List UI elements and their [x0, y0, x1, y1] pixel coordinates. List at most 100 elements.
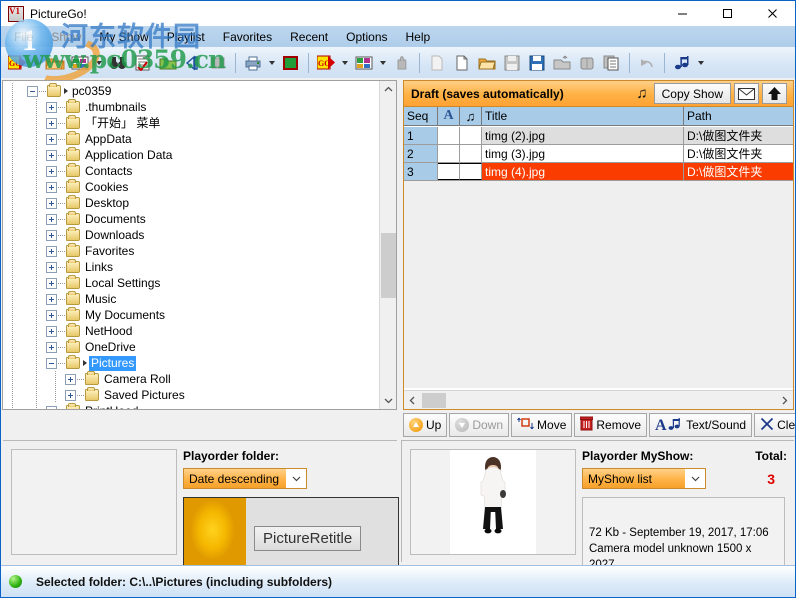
- tree-item-onedrive[interactable]: OneDrive: [3, 339, 379, 355]
- expand-icon[interactable]: [46, 325, 57, 337]
- play-prev-next-icon[interactable]: [181, 51, 205, 75]
- envelope-icon[interactable]: [734, 83, 759, 104]
- minimize-button[interactable]: [660, 1, 705, 26]
- tree-item-documents[interactable]: Documents: [3, 211, 379, 227]
- printer-icon[interactable]: [241, 51, 265, 75]
- scroll-down-button[interactable]: [380, 392, 396, 409]
- playorder-myshow-select[interactable]: MyShow list: [582, 468, 706, 489]
- slideshow-icon[interactable]: [68, 51, 92, 75]
- printer-dropdown-arrow-icon[interactable]: [266, 51, 278, 75]
- menu-file[interactable]: File: [5, 28, 42, 46]
- image-green-icon[interactable]: [279, 51, 303, 75]
- tree-item-pictures[interactable]: Pictures: [3, 355, 379, 371]
- expand-icon[interactable]: [46, 133, 57, 145]
- close-button[interactable]: [750, 1, 795, 26]
- expand-icon[interactable]: [46, 245, 57, 257]
- expand-icon[interactable]: [46, 117, 57, 129]
- collapse-icon[interactable]: [46, 357, 57, 369]
- go-dropdown-arrow-icon[interactable]: [30, 51, 42, 75]
- table-row[interactable]: 1 timg (2).jpg D:\做图文件夹: [404, 127, 793, 145]
- go-red-dropdown-arrow-icon[interactable]: [339, 51, 351, 75]
- scroll-up-button[interactable]: [380, 81, 396, 98]
- tree-scroll-thumb[interactable]: [381, 233, 396, 298]
- column-header-seq[interactable]: Seq: [404, 107, 438, 125]
- tree-item-desktop[interactable]: Desktop: [3, 195, 379, 211]
- tree-item-appdata[interactable]: AppData: [3, 131, 379, 147]
- page-new-icon[interactable]: [450, 51, 474, 75]
- package-icon[interactable]: [575, 51, 599, 75]
- expand-icon[interactable]: [46, 341, 57, 353]
- tree-item-links[interactable]: Links: [3, 259, 379, 275]
- menu-playlist[interactable]: Playlist: [158, 28, 214, 46]
- colorbars-icon[interactable]: [352, 51, 376, 75]
- tree-item-application-data[interactable]: Application Data: [3, 147, 379, 163]
- expand-icon[interactable]: [46, 405, 57, 409]
- expand-icon[interactable]: [46, 181, 57, 193]
- playorder-folder-select[interactable]: Date descending: [183, 468, 307, 489]
- tree-item-printhood[interactable]: PrintHood: [3, 403, 379, 409]
- tree-item-cookies[interactable]: Cookies: [3, 179, 379, 195]
- column-header-title[interactable]: Title: [482, 107, 684, 125]
- expand-icon[interactable]: [65, 373, 76, 385]
- tree-item-camera-roll[interactable]: Camera Roll: [3, 371, 379, 387]
- up-button[interactable]: Up: [403, 413, 448, 437]
- tree-item-saved-pictures[interactable]: Saved Pictures: [3, 387, 379, 403]
- move-up-arrow-icon[interactable]: [762, 83, 787, 104]
- export-icon[interactable]: [550, 51, 574, 75]
- go-button-icon[interactable]: GO: [5, 51, 29, 75]
- scroll-left-button[interactable]: [404, 392, 421, 409]
- expand-icon[interactable]: [46, 213, 57, 225]
- slideshow-dropdown-arrow-icon[interactable]: [93, 51, 105, 75]
- expand-icon[interactable]: [46, 197, 57, 209]
- tree-vertical-scrollbar[interactable]: [379, 81, 396, 409]
- table-row[interactable]: 2 timg (3).jpg D:\做图文件夹: [404, 145, 793, 163]
- copy-icon[interactable]: [600, 51, 624, 75]
- music-note-icon[interactable]: [670, 51, 694, 75]
- remove-button[interactable]: Remove: [574, 413, 648, 437]
- tree-item-downloads[interactable]: Downloads: [3, 227, 379, 243]
- hscroll-thumb[interactable]: [422, 392, 446, 408]
- expand-icon[interactable]: [46, 293, 57, 305]
- chevron-down-icon[interactable]: [286, 469, 306, 488]
- folder-tree[interactable]: pc0359 .thumbnails 「开始」 菜单 AppData Applicati…: [3, 81, 379, 409]
- list-horizontal-scrollbar[interactable]: [404, 390, 793, 409]
- folder-open2-icon[interactable]: [475, 51, 499, 75]
- menu-my-show[interactable]: My Show: [90, 28, 157, 46]
- menu-help[interactable]: Help: [397, 28, 440, 46]
- expand-icon[interactable]: [46, 261, 57, 273]
- grid-body[interactable]: 1 timg (2).jpg D:\做图文件夹 2 timg (3).jpg D:\做图文…: [404, 127, 793, 388]
- save-icon[interactable]: [500, 51, 524, 75]
- tree-item-contacts[interactable]: Contacts: [3, 163, 379, 179]
- copy-show-button[interactable]: Copy Show: [653, 83, 731, 104]
- folder-open-icon[interactable]: [43, 51, 67, 75]
- chevron-down-icon[interactable]: [685, 469, 705, 488]
- picture-retitle-button[interactable]: PictureRetitle: [254, 525, 362, 551]
- tree-item-local-settings[interactable]: Local Settings: [3, 275, 379, 291]
- menu-options[interactable]: Options: [337, 28, 396, 46]
- expand-icon[interactable]: [65, 389, 76, 401]
- tree-item-my-documents[interactable]: My Documents: [3, 307, 379, 323]
- menu-recent[interactable]: Recent: [281, 28, 337, 46]
- expand-icon[interactable]: [46, 229, 57, 241]
- save-as-icon[interactable]: [525, 51, 549, 75]
- tree-item-[interactable]: 「开始」 菜单: [3, 115, 379, 131]
- column-header-sound[interactable]: ♫: [460, 107, 482, 125]
- expand-icon[interactable]: [46, 277, 57, 289]
- tree-item-thumbnails[interactable]: .thumbnails: [3, 99, 379, 115]
- table-row[interactable]: 3 timg (4).jpg D:\做图文件夹: [404, 163, 793, 181]
- checklist-icon[interactable]: [131, 51, 155, 75]
- column-header-text[interactable]: A: [438, 107, 460, 125]
- tree-item-pc0359[interactable]: pc0359: [3, 83, 379, 99]
- expand-icon[interactable]: [46, 309, 57, 321]
- tree-item-nethood[interactable]: NetHood: [3, 323, 379, 339]
- expand-icon[interactable]: [46, 165, 57, 177]
- tree-item-music[interactable]: Music: [3, 291, 379, 307]
- go-red-icon[interactable]: GO: [314, 51, 338, 75]
- text-sound-button[interactable]: A Text/Sound: [649, 413, 753, 437]
- scroll-right-button[interactable]: [776, 392, 793, 409]
- expand-icon[interactable]: [46, 149, 57, 161]
- maximize-button[interactable]: [705, 1, 750, 26]
- clear-button[interactable]: Clear: [754, 413, 795, 437]
- column-header-path[interactable]: Path: [684, 107, 793, 125]
- expand-icon[interactable]: [46, 101, 57, 113]
